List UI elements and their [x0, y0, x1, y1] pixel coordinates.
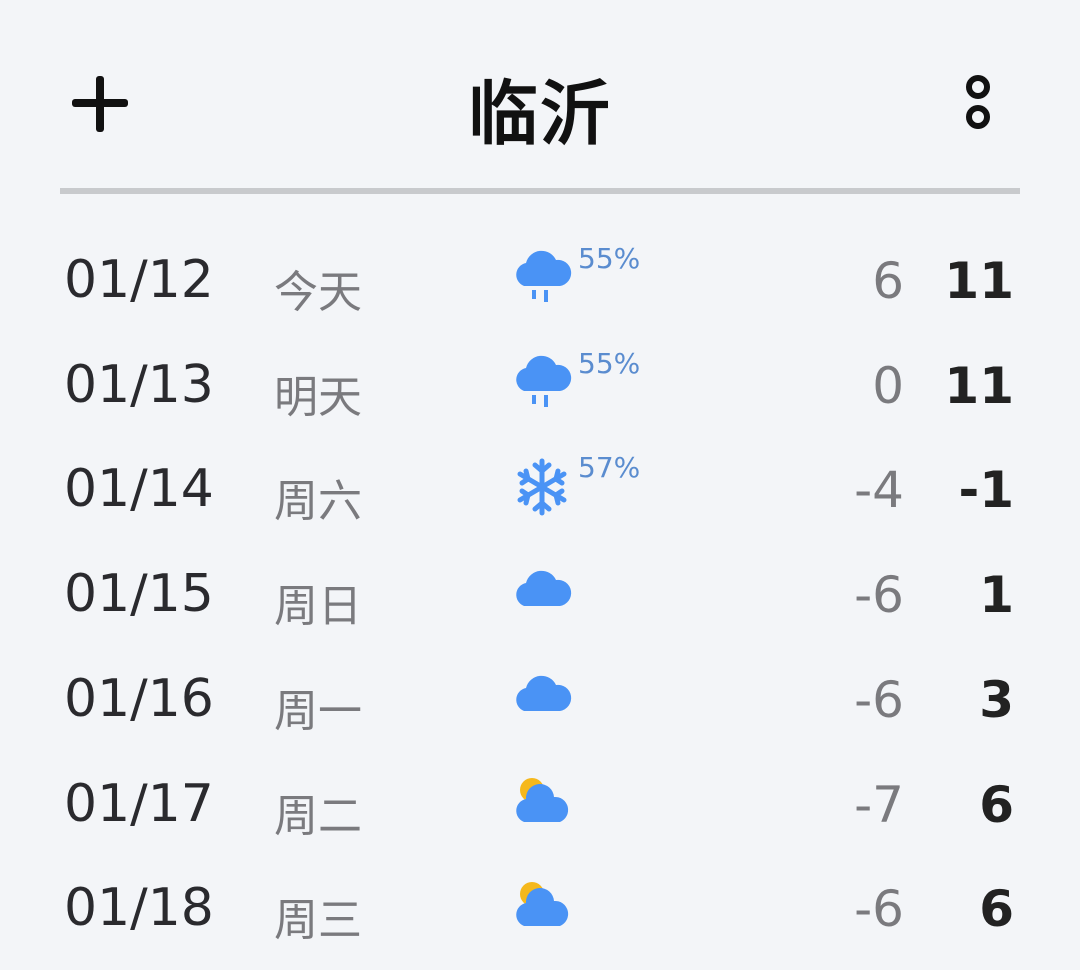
high-temperature: 11 — [944, 357, 1014, 415]
low-temperature: 6 — [872, 252, 904, 310]
forecast-row[interactable]: 01/14 周六 57% -4 -1 — [0, 447, 1080, 551]
snow-icon — [510, 453, 574, 517]
rain-icon — [510, 244, 574, 308]
cloud-icon — [510, 558, 574, 622]
header-divider — [60, 188, 1020, 194]
forecast-date: 01/18 — [64, 878, 214, 938]
forecast-day: 周六 — [274, 476, 362, 527]
forecast-date: 01/12 — [64, 250, 214, 310]
low-temperature: -6 — [854, 566, 904, 624]
forecast-row[interactable]: 01/18 周三 -6 6 — [0, 866, 1080, 970]
forecast-row[interactable]: 01/15 周日 -6 1 — [0, 552, 1080, 656]
precipitation-chance: 55% — [578, 242, 641, 275]
forecast-day: 周三 — [274, 895, 362, 946]
low-temperature: 0 — [872, 357, 904, 415]
forecast-row[interactable]: 01/12 今天 55% 6 11 — [0, 238, 1080, 342]
forecast-day: 今天 — [274, 267, 362, 318]
forecast-row[interactable]: 01/16 周一 -6 3 — [0, 657, 1080, 761]
high-temperature: -1 — [958, 461, 1014, 519]
forecast-date: 01/15 — [64, 564, 214, 624]
forecast-date: 01/16 — [64, 669, 214, 729]
more-vertical-icon — [966, 75, 990, 129]
high-temperature: 3 — [979, 671, 1014, 729]
partly-cloudy-icon — [510, 872, 574, 936]
forecast-day: 周二 — [274, 791, 362, 842]
forecast-row[interactable]: 01/13 明天 55% 0 11 — [0, 343, 1080, 447]
forecast-date: 01/14 — [64, 459, 214, 519]
low-temperature: -6 — [854, 671, 904, 729]
precipitation-chance: 57% — [578, 451, 641, 484]
low-temperature: -4 — [854, 461, 904, 519]
precipitation-chance: 55% — [578, 347, 641, 380]
forecast-day: 周一 — [274, 686, 362, 737]
more-options-button[interactable] — [958, 70, 998, 134]
forecast-date: 01/13 — [64, 355, 214, 415]
low-temperature: -6 — [854, 880, 904, 938]
forecast-day: 明天 — [274, 372, 362, 423]
forecast-date: 01/17 — [64, 774, 214, 834]
city-title: 临沂 — [468, 73, 612, 155]
high-temperature: 1 — [979, 566, 1014, 624]
high-temperature: 11 — [944, 252, 1014, 310]
forecast-row[interactable]: 01/17 周二 -7 6 — [0, 762, 1080, 866]
rain-icon — [510, 349, 574, 413]
high-temperature: 6 — [979, 880, 1014, 938]
forecast-day: 周日 — [274, 581, 362, 632]
header: 临沂 — [0, 0, 1080, 190]
cloud-icon — [510, 663, 574, 727]
partly-cloudy-icon — [510, 768, 574, 832]
high-temperature: 6 — [979, 776, 1014, 834]
low-temperature: -7 — [854, 776, 904, 834]
